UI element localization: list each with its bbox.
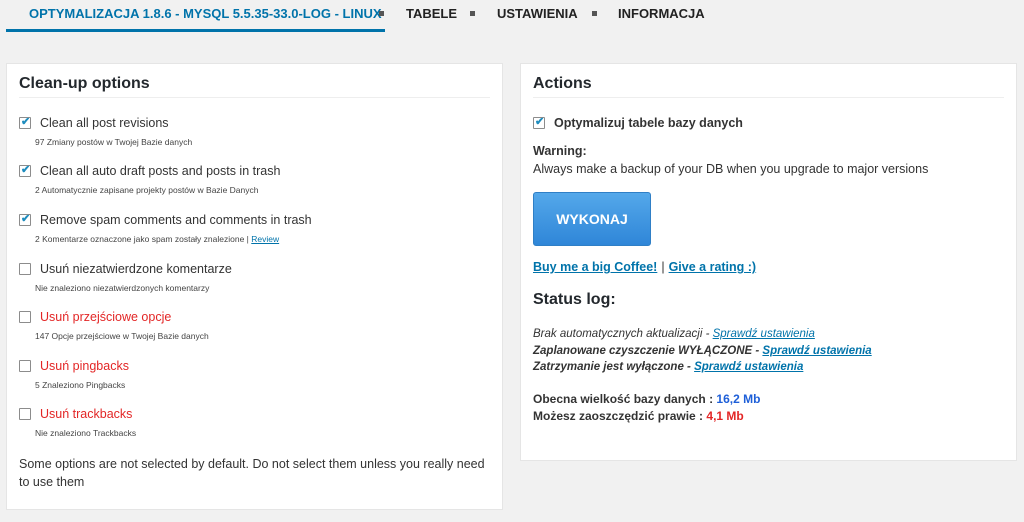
tab-separator [470,11,475,16]
savings-value: 4,1 Mb [706,409,744,423]
tab-tabele[interactable]: TABELE [406,6,457,26]
option-label[interactable]: Usuń przejściowe opcje [40,310,171,324]
status-line: Zaplanowane czyszczenie WYŁĄCZONE - Spra… [533,345,872,357]
checkbox[interactable]: ✔ [533,116,545,129]
status-text: Zatrzymanie jest wyłączone - [533,361,691,373]
option-description: Nie znaleziono Trackbacks [35,428,137,438]
panel-title: Clean-up options [19,75,150,92]
option-label[interactable]: Optymalizuj tabele bazy danych [554,116,743,130]
option-description: Nie znaleziono niezatwierdzonych komenta… [35,283,210,293]
panel-title: Actions [533,75,592,92]
link-separator: | [661,260,665,274]
savings-line: Możesz zaoszczędzić prawie : 4,1 Mb [533,409,744,423]
tab-optymalizacja[interactable]: OPTYMALIZACJA 1.8.6 - MYSQL 5.5.35-33.0-… [29,6,382,26]
tab-informacja[interactable]: INFORMACJA [618,6,705,26]
option-label[interactable]: Usuń pingbacks [40,359,129,373]
settings-link[interactable]: Sprawdź ustawienia [713,328,815,340]
checkbox[interactable]: ✔ [19,164,31,177]
savings-label: Możesz zaoszczędzić prawie : [533,409,704,423]
option-label[interactable]: Usuń trackbacks [40,407,132,421]
actions-panel: Actions ✔ Optymalizuj tabele bazy danych… [520,63,1017,461]
db-size-value: 16,2 Mb [716,392,761,406]
checkbox[interactable] [19,263,31,275]
tab-separator [592,11,597,16]
support-links: Buy me a big Coffee! | Give a rating :) [533,260,756,274]
tab-ustawienia[interactable]: USTAWIENIA [497,6,578,26]
checkbox[interactable] [19,360,31,372]
db-size-label: Obecna wielkość bazy danych : [533,392,714,406]
option-description: 5 Znaleziono Pingbacks [35,380,126,390]
option-label[interactable]: Remove spam comments and comments in tra… [40,213,312,227]
settings-link[interactable]: Sprawdź ustawienia [762,345,871,357]
check-icon: ✔ [21,164,31,176]
coffee-link[interactable]: Buy me a big Coffee! [533,260,657,274]
divider [19,97,490,98]
review-link[interactable]: Review [251,234,279,244]
tab-separator [379,11,384,16]
db-size-line: Obecna wielkość bazy danych : 16,2 Mb [533,392,760,406]
cleanup-options-panel: Clean-up options ✔ Clean all post revisi… [6,63,503,510]
status-text: Zaplanowane czyszczenie WYŁĄCZONE - [533,345,760,357]
check-icon: ✔ [21,213,31,225]
option-label[interactable]: Clean all auto draft posts and posts in … [40,164,280,178]
option-label[interactable]: Usuń niezatwierdzone komentarze [40,262,232,276]
option-label[interactable]: Clean all post revisions [40,116,169,130]
checkbox[interactable]: ✔ [19,213,31,226]
active-tab-underline [6,29,385,32]
option-description: 2 Automatycznie zapisane projekty postów… [35,185,259,195]
tab-bar: OPTYMALIZACJA 1.8.6 - MYSQL 5.5.35-33.0-… [0,0,1024,33]
option-description: 2 Komentarze oznaczone jako spam zostały… [35,234,279,244]
divider [533,97,1004,98]
option-description: 97 Zmiany postów w Twojej Bazie danych [35,137,193,147]
option-description: 147 Opcje przejściowe w Twojej Bazie dan… [35,331,209,341]
status-line: Brak automatycznych aktualizacji - Spraw… [533,328,815,340]
check-icon: ✔ [21,116,31,128]
status-log-title: Status log: [533,291,616,308]
warning-title: Warning: [533,144,587,158]
check-icon: ✔ [535,116,545,128]
options-note: Some options are not selected by default… [19,457,485,489]
status-text: Brak automatycznych aktualizacji - [533,328,710,340]
checkbox[interactable]: ✔ [19,116,31,129]
status-line: Zatrzymanie jest wyłączone - Sprawdź ust… [533,361,803,373]
checkbox[interactable] [19,311,31,323]
settings-link[interactable]: Sprawdź ustawienia [694,361,803,373]
checkbox[interactable] [19,408,31,420]
execute-button[interactable]: WYKONAJ [533,192,651,246]
rating-link[interactable]: Give a rating :) [669,260,757,274]
warning-text: Always make a backup of your DB when you… [533,162,929,176]
description-text: 2 Komentarze oznaczone jako spam zostały… [35,234,249,244]
